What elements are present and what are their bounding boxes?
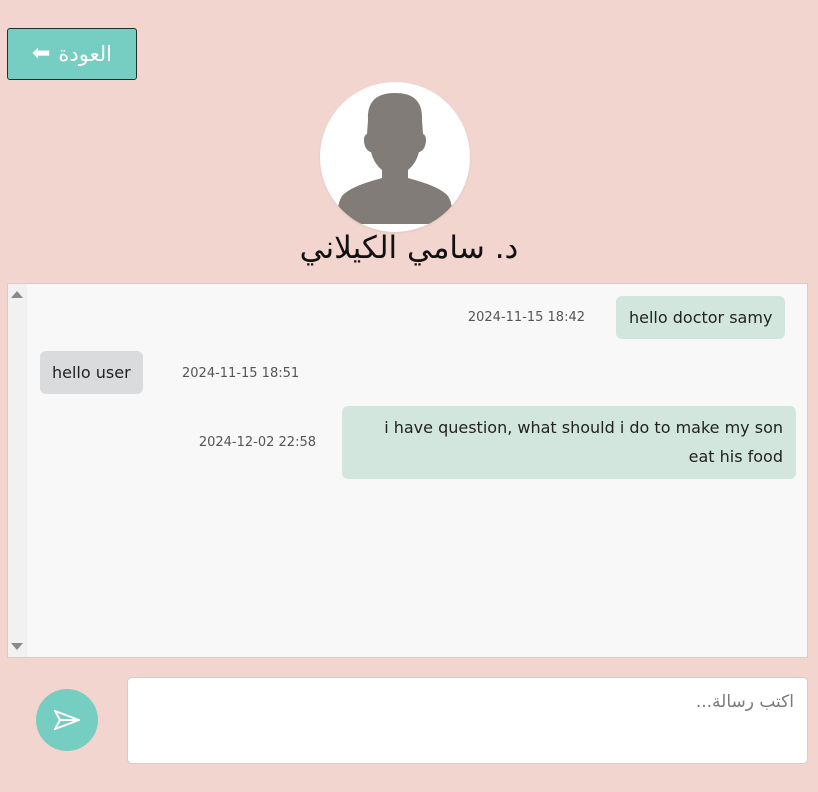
scroll-up-arrow-icon[interactable] <box>11 291 23 298</box>
back-button-label: العودة <box>58 42 112 66</box>
user-silhouette-icon <box>337 93 453 224</box>
chat-messages-panel[interactable]: hello doctor samy 2024-11-15 18:42 hello… <box>7 283 808 658</box>
arrow-left-icon: ⬅ <box>31 41 51 66</box>
send-icon <box>54 710 80 730</box>
message-timestamp: 2024-11-15 18:51 <box>182 366 300 381</box>
message-text: i have question, what should i do to mak… <box>384 418 783 466</box>
message-bubble-sent: i have question, what should i do to mak… <box>342 406 796 479</box>
scroll-down-arrow-icon[interactable] <box>11 643 23 650</box>
message-bubble-sent: hello doctor samy <box>616 296 786 339</box>
back-button[interactable]: ⬅ العودة <box>7 28 137 80</box>
message-timestamp: 2024-12-02 22:58 <box>198 435 316 450</box>
message-timestamp: 2024-11-15 18:42 <box>467 310 585 325</box>
message-text: hello doctor samy <box>629 308 773 327</box>
message-bubble-received: hello user <box>40 351 143 394</box>
doctor-name: د. سامي الكيلاني <box>299 230 519 266</box>
message-input[interactable] <box>127 677 808 764</box>
chat-scrollbar[interactable] <box>8 284 27 657</box>
send-button[interactable] <box>36 689 98 751</box>
avatar <box>320 82 470 232</box>
message-text: hello user <box>52 363 131 382</box>
